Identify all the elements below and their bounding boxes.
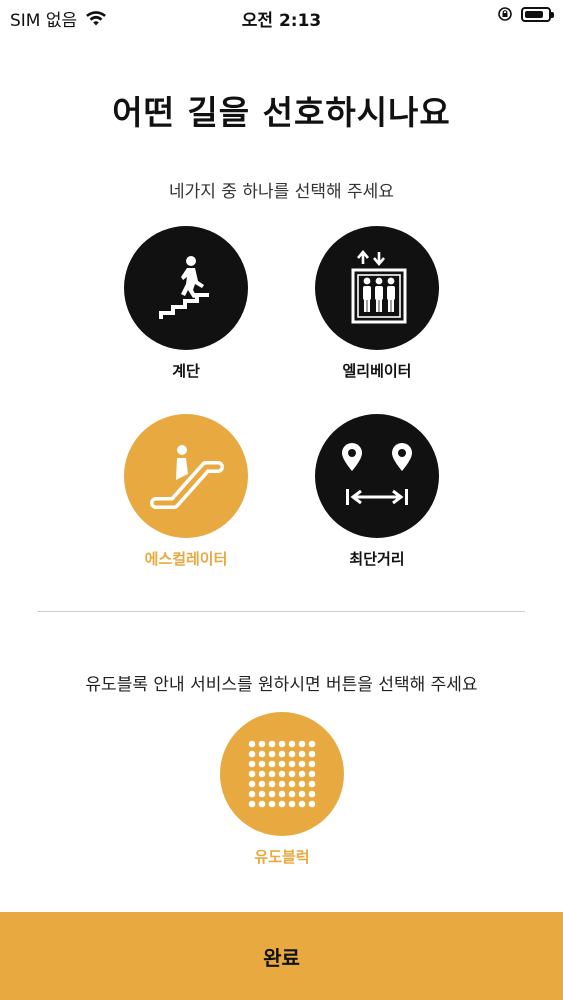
option-label: 최단거리 bbox=[349, 550, 405, 568]
done-button[interactable]: 완료 bbox=[0, 912, 563, 1000]
option-label: 유도블럭 bbox=[254, 848, 310, 866]
option-label: 에스컬레이터 bbox=[144, 550, 228, 568]
option-shortest-route[interactable]: 최단거리 bbox=[315, 414, 439, 569]
stairs-icon bbox=[159, 256, 209, 319]
elevator-button[interactable] bbox=[315, 226, 439, 350]
page-title: 어떤 길을 선호하시나요 bbox=[112, 93, 451, 132]
status-right bbox=[497, 6, 554, 22]
stairs-button[interactable] bbox=[124, 226, 248, 350]
escalator-button[interactable] bbox=[124, 414, 248, 538]
elevator-icon bbox=[351, 250, 407, 324]
done-button-label: 완료 bbox=[263, 945, 300, 970]
page-subtitle: 네가지 중 하나를 선택해 주세요 bbox=[169, 182, 394, 202]
status-bar: SIM 없음 오전 2:13 bbox=[0, 0, 563, 34]
option-guide-block[interactable]: 유도블럭 bbox=[220, 712, 344, 867]
option-label: 엘리베이터 bbox=[342, 362, 412, 380]
option-elevator[interactable]: 엘리베이터 bbox=[315, 226, 439, 381]
section-divider bbox=[38, 611, 525, 612]
battery-icon bbox=[521, 6, 554, 22]
guide-description: 유도블록 안내 서비스를 원하시면 버튼을 선택해 주세요 bbox=[85, 675, 478, 695]
tactile-paving-icon bbox=[248, 740, 316, 808]
shortest-route-icon bbox=[342, 443, 412, 505]
status-time: 오전 2:13 bbox=[241, 11, 322, 31]
guide-block-button[interactable] bbox=[220, 712, 344, 836]
orientation-lock-icon bbox=[498, 7, 512, 21]
option-stairs[interactable]: 계단 bbox=[124, 226, 248, 381]
shortest-route-button[interactable] bbox=[315, 414, 439, 538]
option-escalator[interactable]: 에스컬레이터 bbox=[124, 414, 248, 569]
option-label: 계단 bbox=[172, 362, 200, 380]
escalator-icon bbox=[150, 445, 224, 509]
